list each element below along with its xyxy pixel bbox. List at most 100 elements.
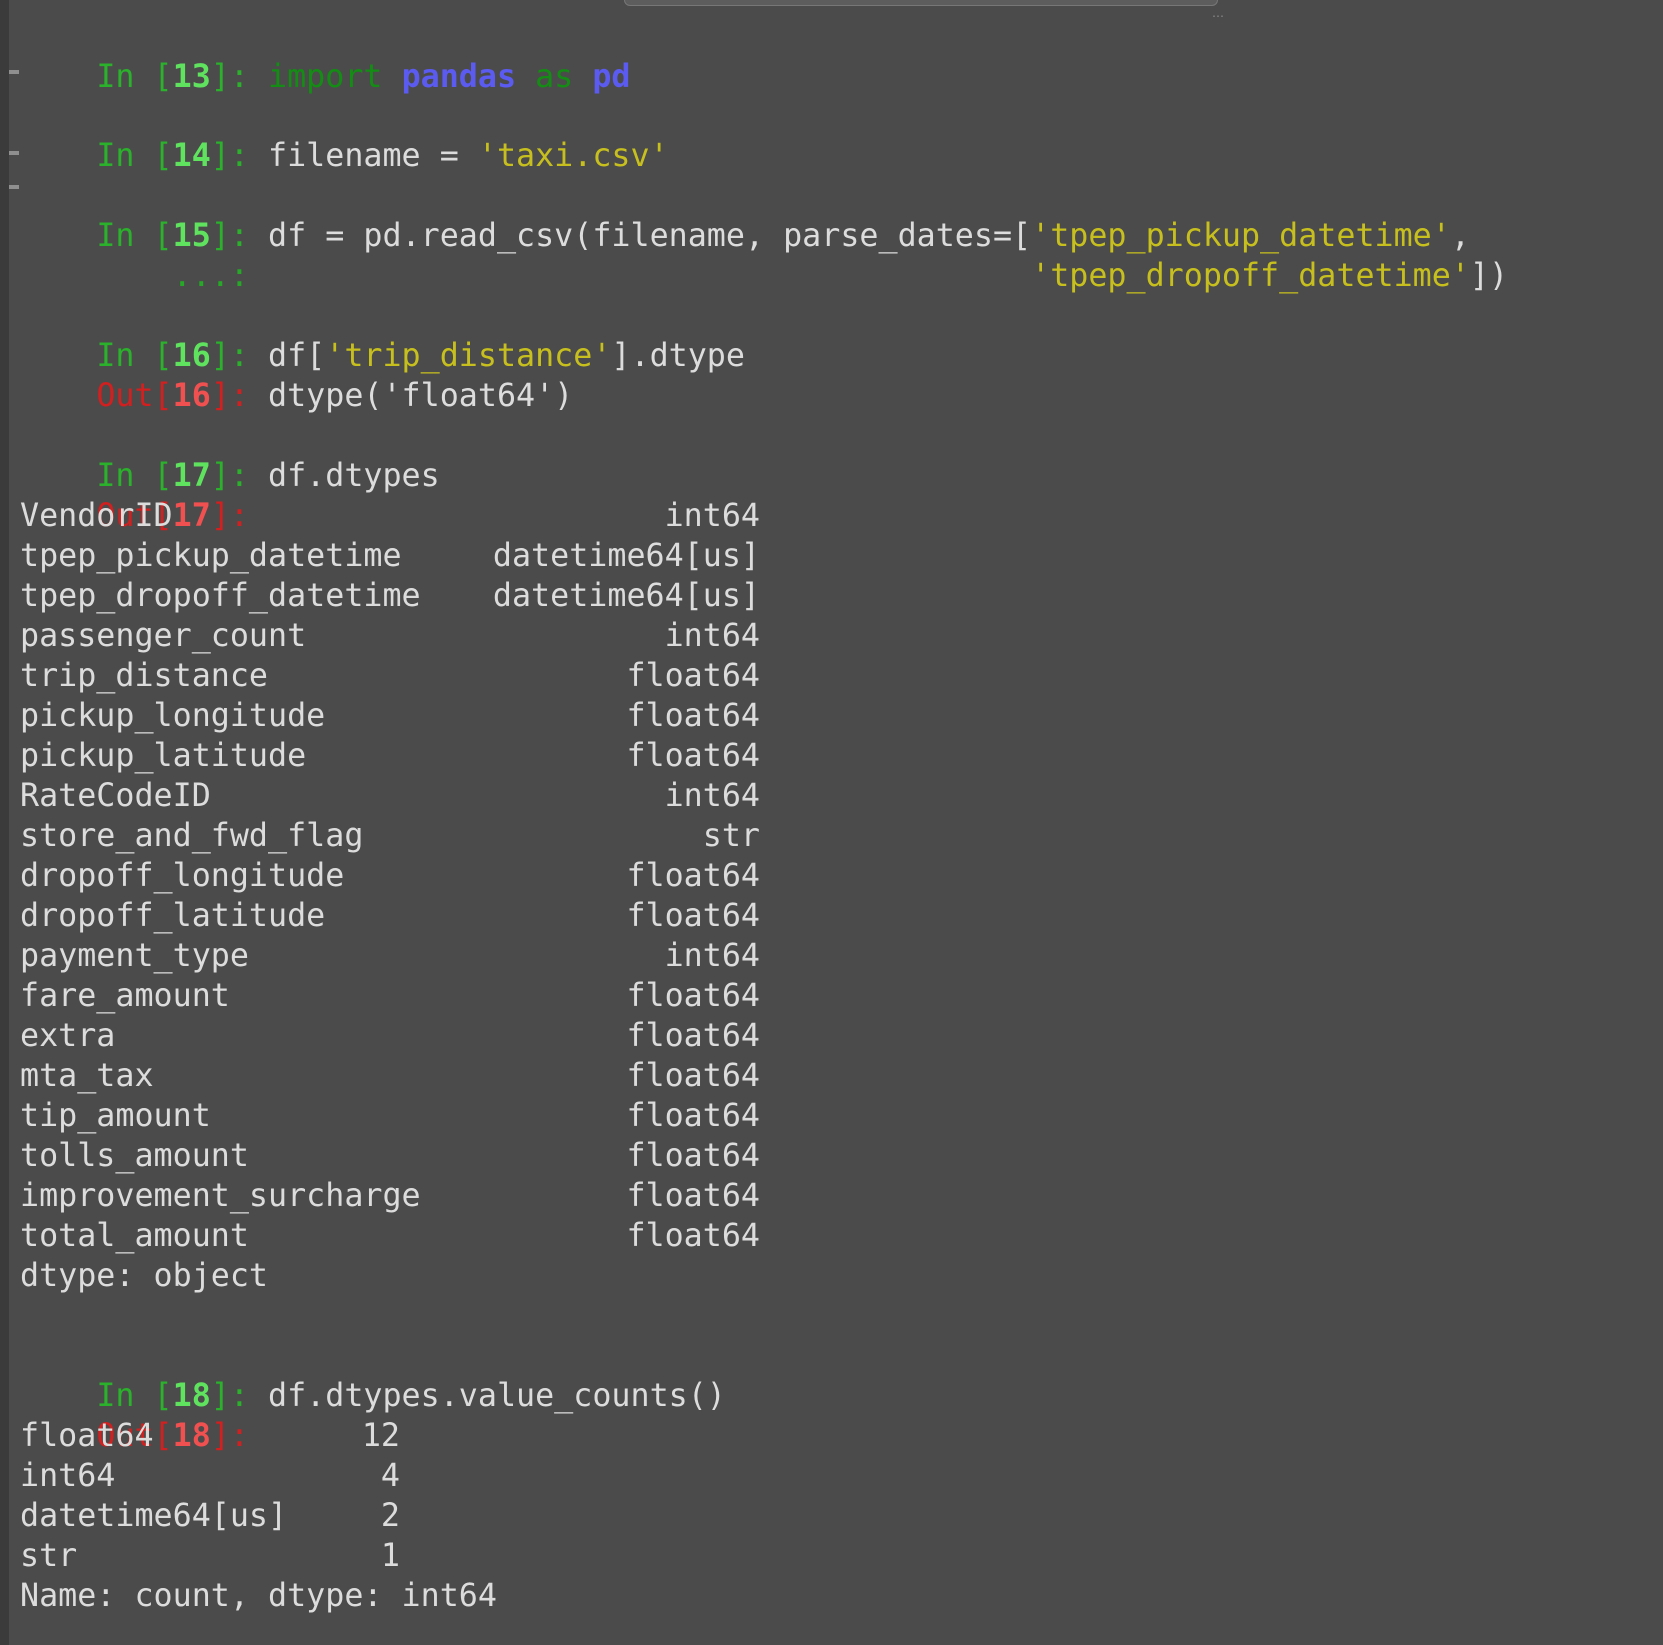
value-counts-row: str 1 xyxy=(20,1536,400,1576)
dtype-count: 12 xyxy=(361,1418,400,1454)
column-dtype: int64 xyxy=(664,618,760,654)
cell-15-continuation[interactable]: ...: 'tpep_dropoff_datetime']) xyxy=(20,216,1508,294)
column-dtype: int64 xyxy=(664,498,760,534)
column-name: tip_amount xyxy=(20,1098,211,1134)
cell-18-output-prompt: Out[18]: xyxy=(96,1418,249,1454)
cell-number: 16 xyxy=(172,378,211,414)
value-counts-footer: Name: count, dtype: int64 xyxy=(20,1578,497,1614)
cell-16-input[interactable]: In [16]: df['trip_distance'].dtype xyxy=(20,296,745,374)
column-dtype: int64 xyxy=(664,778,760,814)
column-dtype: float64 xyxy=(626,1218,760,1254)
output-text: dtype('float64') xyxy=(268,378,574,414)
code-close: ]) xyxy=(1469,258,1509,294)
dtype-label: int64 xyxy=(20,1458,116,1494)
column-dtype: float64 xyxy=(626,898,760,934)
dtypes-row: trip_distance float64 xyxy=(20,656,760,696)
cell-18-input[interactable]: In [18]: df.dtypes.value_counts() xyxy=(20,1336,726,1414)
keyword-import: import xyxy=(268,59,383,95)
column-dtype: int64 xyxy=(664,938,760,974)
column-name: pickup_latitude xyxy=(20,738,307,774)
dtypes-row: tpep_pickup_datetime datetime64[us] xyxy=(20,536,760,576)
dtypes-row: tpep_dropoff_datetime datetime64[us] xyxy=(20,576,760,616)
column-name: RateCodeID xyxy=(20,778,211,814)
cell-number: 14 xyxy=(172,138,211,174)
dtypes-row: improvement_surcharge float64 xyxy=(20,1176,760,1216)
cell-13-input[interactable]: In [13]: import pandas as pd xyxy=(20,17,630,95)
dtypes-row: pickup_longitude float64 xyxy=(20,696,760,736)
dtype-count: 2 xyxy=(380,1498,400,1534)
dtype-label: float64 xyxy=(20,1418,154,1454)
dtypes-row: passenger_count int64 xyxy=(20,616,760,656)
column-dtype: float64 xyxy=(626,698,760,734)
keyword-as: as xyxy=(535,59,574,95)
dtypes-row: RateCodeID int64 xyxy=(20,776,760,816)
dtypes-row: tolls_amount float64 xyxy=(20,1136,760,1176)
alias-pd: pd xyxy=(592,59,631,95)
column-dtype: float64 xyxy=(626,1178,760,1214)
cell-separator xyxy=(9,185,19,189)
horizontal-scrollbar-thumb[interactable] xyxy=(624,0,1218,6)
column-dtype: float64 xyxy=(626,978,760,1014)
column-dtype: float64 xyxy=(626,858,760,894)
column-dtype: str xyxy=(702,818,760,854)
cell-separator xyxy=(9,70,19,74)
column-dtype: float64 xyxy=(626,738,760,774)
column-dtype: float64 xyxy=(626,1058,760,1094)
column-name: fare_amount xyxy=(20,978,230,1014)
module-pandas: pandas xyxy=(401,59,517,95)
column-name: dropoff_longitude xyxy=(20,858,345,894)
column-name: total_amount xyxy=(20,1218,249,1254)
column-name: passenger_count xyxy=(20,618,307,654)
dtypes-row: payment_type int64 xyxy=(20,936,760,976)
value-counts-row: float64 12 xyxy=(20,1416,400,1456)
dtypes-row: extra float64 xyxy=(20,1016,760,1056)
column-name: VendorID xyxy=(20,498,173,534)
column-name: tpep_pickup_datetime xyxy=(20,538,402,574)
column-name: trip_distance xyxy=(20,658,269,694)
string-literal: 'taxi.csv' xyxy=(477,138,669,174)
dtypes-row: fare_amount float64 xyxy=(20,976,760,1016)
code-text: df.dtypes.value_counts() xyxy=(268,1378,726,1414)
value-counts-row: datetime64[us] 2 xyxy=(20,1496,400,1536)
dtypes-row: total_amount float64 xyxy=(20,1216,760,1256)
column-name: tolls_amount xyxy=(20,1138,249,1174)
dtypes-row: store_and_fwd_flag str xyxy=(20,816,760,856)
column-name: extra xyxy=(20,1018,116,1054)
column-dtype: float64 xyxy=(626,1098,760,1134)
dtypes-row: tip_amount float64 xyxy=(20,1096,760,1136)
dtype-count: 1 xyxy=(380,1538,400,1574)
cell-15-input[interactable]: In [15]: df = pd.read_csv(filename, pars… xyxy=(20,176,1470,254)
column-name: improvement_surcharge xyxy=(20,1178,421,1214)
cell-14-input[interactable]: In [14]: filename = 'taxi.csv' xyxy=(20,96,668,174)
in-prompt: In xyxy=(96,59,135,95)
dtypes-row: mta_tax float64 xyxy=(20,1056,760,1096)
column-dtype: float64 xyxy=(626,658,760,694)
code-text: df.dtypes xyxy=(268,458,440,494)
column-name: mta_tax xyxy=(20,1058,154,1094)
dtype-count: 4 xyxy=(380,1458,400,1494)
column-name: store_and_fwd_flag xyxy=(20,818,364,854)
dtypes-row: VendorID int64 xyxy=(20,496,760,536)
dtype-label: datetime64[us] xyxy=(20,1498,288,1534)
column-dtype: float64 xyxy=(626,1018,760,1054)
cell-number: 13 xyxy=(172,59,211,95)
column-name: pickup_longitude xyxy=(20,698,326,734)
scroll-grip-icon: … xyxy=(1212,6,1225,20)
dtypes-footer: dtype: object xyxy=(20,1258,269,1294)
cell-17-input[interactable]: In [17]: df.dtypes xyxy=(20,416,439,494)
column-dtype: datetime64[us] xyxy=(492,538,760,574)
continuation-prompt: ...: xyxy=(172,258,249,294)
cell-separator xyxy=(9,151,19,155)
column-name: payment_type xyxy=(20,938,249,974)
column-name: dropoff_latitude xyxy=(20,898,326,934)
value-counts-row: int64 4 xyxy=(20,1456,400,1496)
column-dtype: datetime64[us] xyxy=(492,578,760,614)
ipython-terminal: … In [13]: import pandas as pd In [14]: … xyxy=(0,0,1663,1645)
column-dtype: float64 xyxy=(626,1138,760,1174)
dtypes-row: pickup_latitude float64 xyxy=(20,736,760,776)
code-text: filename = xyxy=(268,138,478,174)
dtype-label: str xyxy=(20,1538,78,1574)
code-text: ].dtype xyxy=(611,338,745,374)
out-prompt: Out xyxy=(96,378,154,414)
dtypes-row: dropoff_longitude float64 xyxy=(20,856,760,896)
